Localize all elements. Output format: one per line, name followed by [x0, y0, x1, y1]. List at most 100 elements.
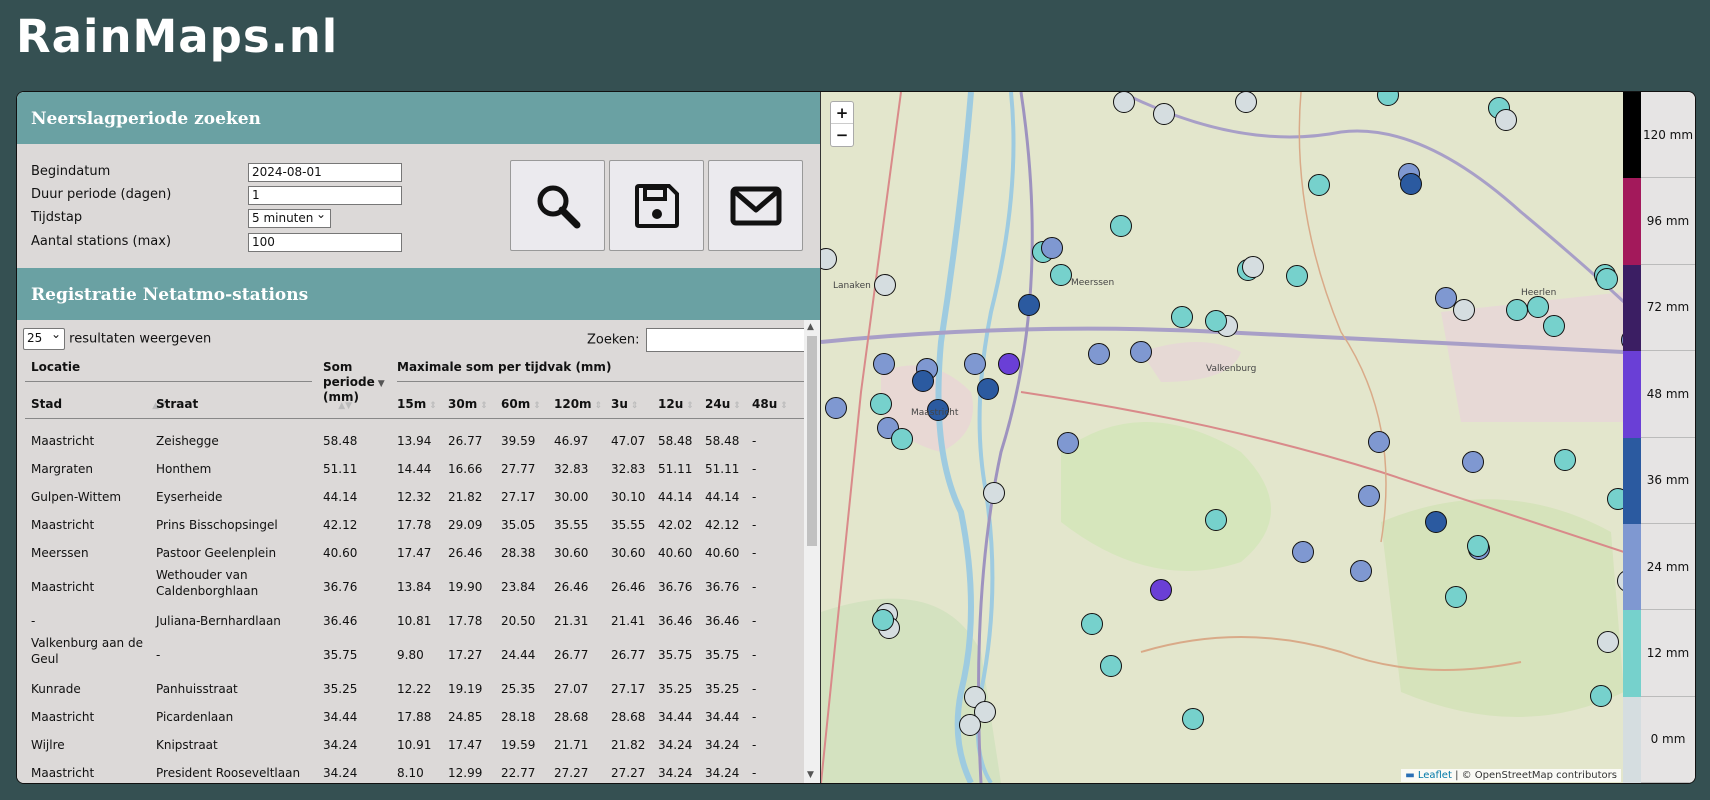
table-search-input[interactable] — [645, 328, 806, 352]
station-marker[interactable] — [1368, 431, 1390, 453]
main-card: Neerslagperiode zoeken Begindatum 2024-0… — [16, 91, 1696, 784]
save-button[interactable] — [609, 160, 704, 251]
station-marker[interactable] — [1445, 586, 1467, 608]
tijdstap-select[interactable]: 5 minuten — [248, 207, 331, 228]
station-marker[interactable] — [1153, 103, 1175, 125]
station-marker[interactable] — [1113, 92, 1135, 113]
station-marker[interactable] — [1527, 296, 1549, 318]
cell-value: 24.85 — [448, 710, 483, 724]
station-marker[interactable] — [964, 353, 986, 375]
table-row[interactable]: Gulpen-Wittem Eyserheide 44.14 12.32 21.82 27… — [17, 482, 807, 510]
col-15m[interactable]: 15m ⇕ — [397, 397, 437, 411]
station-marker[interactable] — [1235, 92, 1257, 113]
begindatum-input[interactable]: 2024-08-01 — [248, 163, 402, 182]
station-marker[interactable] — [1554, 449, 1576, 471]
cell-som: 58.48 — [323, 434, 358, 448]
scroll-thumb[interactable] — [807, 336, 817, 546]
station-marker[interactable] — [1607, 488, 1623, 510]
cell-value: 36.76 — [658, 580, 693, 594]
station-marker[interactable] — [983, 482, 1005, 504]
cell-value: 17.88 — [397, 710, 432, 724]
station-marker[interactable] — [1050, 264, 1072, 286]
station-marker[interactable] — [1400, 173, 1422, 195]
station-marker[interactable] — [1110, 215, 1132, 237]
cell-som: 36.76 — [323, 580, 358, 594]
table-scrollbar[interactable]: ▲ ▼ — [804, 320, 820, 783]
mail-button[interactable] — [708, 160, 803, 251]
col-60m[interactable]: 60m ⇕ — [501, 397, 541, 411]
station-marker[interactable] — [1100, 655, 1122, 677]
station-marker[interactable] — [870, 393, 892, 415]
aantal-input[interactable]: 100 — [248, 233, 402, 252]
station-marker[interactable] — [1286, 265, 1308, 287]
station-marker[interactable] — [1182, 708, 1204, 730]
col-48u[interactable]: 48u ⇕ — [752, 397, 788, 411]
table-row[interactable]: Maastricht Picardenlaan 34.44 17.88 24.85 28.… — [17, 702, 807, 730]
col-30m[interactable]: 30m ⇕ — [448, 397, 488, 411]
rain-map[interactable]: + − Lanaken Maastricht Valkenburg Heerle… — [820, 92, 1623, 783]
station-marker[interactable] — [977, 378, 999, 400]
station-marker[interactable] — [1467, 535, 1489, 557]
station-marker[interactable] — [1462, 451, 1484, 473]
station-marker[interactable] — [1088, 343, 1110, 365]
table-row[interactable]: Maastricht President Rooseveltlaan 34.24 8.… — [17, 758, 807, 783]
col-12u[interactable]: 12u ⇕ — [658, 397, 694, 411]
table-row[interactable]: - Juliana-Bernhardlaan 36.46 10.81 17.78 20.5… — [17, 606, 807, 634]
station-marker[interactable] — [1495, 109, 1517, 131]
scroll-up-icon[interactable]: ▲ — [807, 322, 814, 332]
station-marker[interactable] — [874, 274, 896, 296]
station-marker[interactable] — [1081, 613, 1103, 635]
col-3u[interactable]: 3u ⇕ — [611, 397, 638, 411]
zoom-out-button[interactable]: − — [831, 124, 853, 146]
station-marker[interactable] — [1018, 294, 1040, 316]
station-marker[interactable] — [1242, 256, 1264, 278]
station-marker[interactable] — [1292, 541, 1314, 563]
station-marker[interactable] — [1041, 237, 1063, 259]
length-select[interactable]: 25 — [23, 327, 65, 350]
station-marker[interactable] — [1171, 306, 1193, 328]
station-marker[interactable] — [1596, 268, 1618, 290]
col-stad[interactable]: Stad ▲▼ — [31, 397, 166, 411]
table-row[interactable]: Wijlre Knipstraat 34.24 10.91 17.47 19.59 21.7… — [17, 730, 807, 758]
table-row[interactable]: Valkenburg aan de Geul -35.75 9.80 17.27 24.4… — [17, 634, 807, 674]
station-marker[interactable] — [1358, 485, 1380, 507]
header-som-periode[interactable]: periode ▼ — [323, 375, 385, 389]
mail-icon — [730, 186, 781, 225]
station-marker[interactable] — [912, 370, 934, 392]
station-marker[interactable] — [825, 397, 847, 419]
station-marker[interactable] — [1350, 560, 1372, 582]
station-marker[interactable] — [959, 714, 981, 736]
aantal-label: Aantal stations (max) — [31, 234, 172, 249]
station-marker[interactable] — [1425, 511, 1447, 533]
station-marker[interactable] — [1205, 509, 1227, 531]
table-row[interactable]: Maastricht Zeishegge 58.48 13.94 26.77 39.59 4… — [17, 426, 807, 454]
zoom-in-button[interactable]: + — [831, 102, 853, 124]
duur-input[interactable]: 1 — [248, 186, 402, 205]
table-row[interactable]: Meerssen Pastoor Geelenplein 40.60 17.47 26.… — [17, 538, 807, 566]
station-marker[interactable] — [1590, 685, 1612, 707]
search-button[interactable] — [510, 160, 605, 251]
col-straat[interactable]: Straat ▲▼ — [156, 397, 352, 411]
station-marker[interactable] — [891, 428, 913, 450]
station-marker[interactable] — [872, 609, 894, 631]
station-marker[interactable] — [1453, 299, 1475, 321]
col-24u[interactable]: 24u ⇕ — [705, 397, 741, 411]
station-marker[interactable] — [1057, 432, 1079, 454]
station-marker[interactable] — [1130, 341, 1152, 363]
station-marker[interactable] — [1506, 299, 1528, 321]
col-120m[interactable]: 120m ⇕ — [554, 397, 602, 411]
table-row[interactable]: Kunrade Panhuisstraat 35.25 12.22 19.19 25.35… — [17, 674, 807, 702]
station-marker[interactable] — [1150, 579, 1172, 601]
station-marker[interactable] — [998, 353, 1020, 375]
station-marker[interactable] — [1205, 310, 1227, 332]
scroll-down-icon[interactable]: ▼ — [807, 770, 814, 780]
station-marker[interactable] — [1543, 315, 1565, 337]
station-marker[interactable] — [1308, 174, 1330, 196]
table-row[interactable]: Margraten Honthem 51.11 14.44 16.66 27.77 32.8… — [17, 454, 807, 482]
leaflet-link[interactable]: Leaflet — [1418, 770, 1452, 781]
table-row[interactable]: Maastricht Wethouder van Caldenborghlaan 36… — [17, 566, 807, 606]
table-row[interactable]: Maastricht Prins Bisschopsingel 42.12 17.78… — [17, 510, 807, 538]
station-marker[interactable] — [873, 353, 895, 375]
cell-value: 12.22 — [397, 682, 432, 696]
station-marker[interactable] — [1597, 631, 1619, 653]
